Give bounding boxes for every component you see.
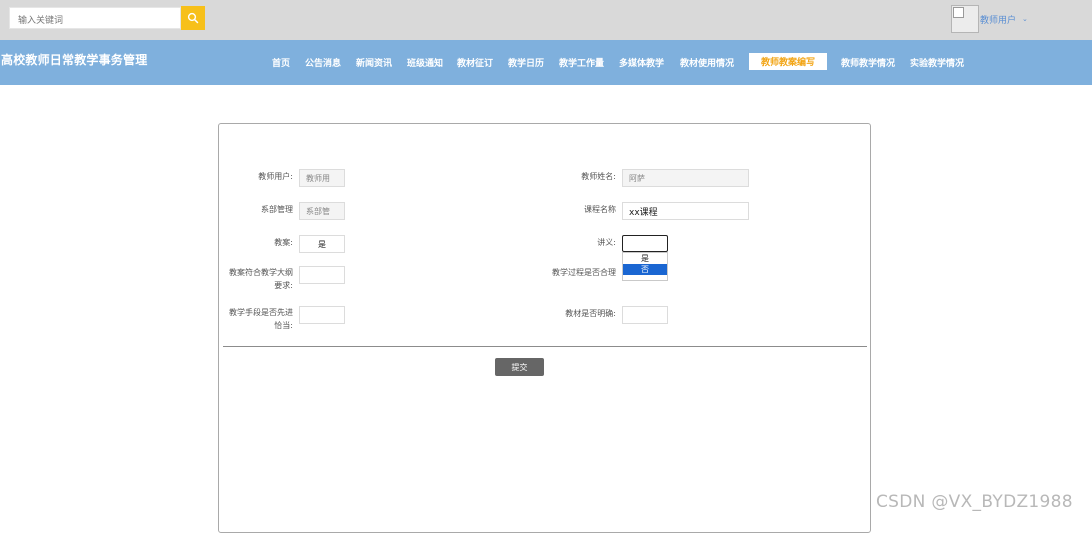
nav-item-teaching-calendar[interactable]: 教学日历 [508, 56, 544, 69]
search-button[interactable] [181, 6, 205, 30]
handout-option-yes[interactable]: 是 [623, 253, 667, 264]
course-name-label: 课程名称 [584, 205, 616, 214]
watermark: CSDN @VX_BYDZ1988 [876, 492, 1073, 512]
user-menu[interactable]: 教师用户 ⌄ [951, 5, 1028, 33]
search-icon [187, 12, 199, 24]
teacher-user-field[interactable]: 教师用 [299, 169, 345, 187]
nav-item-multimedia[interactable]: 多媒体教学 [619, 56, 664, 69]
method-label-line2: 恰当: [274, 321, 293, 330]
site-title: 高校教师日常教学事务管理 [1, 53, 148, 67]
handout-label: 讲义: [597, 238, 616, 247]
nav-item-class-notice[interactable]: 班级通知 [407, 56, 443, 69]
course-name-field[interactable]: xx课程 [622, 202, 749, 220]
nav-item-textbook-order[interactable]: 教材征订 [457, 56, 493, 69]
main-nav: 高校教师日常教学事务管理 首页 公告消息 新闻资讯 班级通知 教材征订 教学日历… [0, 40, 1092, 85]
top-bar: 教师用户 ⌄ [0, 0, 1092, 40]
nav-item-lesson-plan[interactable]: 教师教案编写 [749, 53, 827, 70]
textbook-field[interactable] [622, 306, 668, 324]
chevron-down-icon[interactable]: ⌄ [1022, 15, 1028, 23]
handout-select[interactable] [622, 235, 668, 252]
form-divider [223, 346, 867, 347]
search-input[interactable] [10, 11, 180, 31]
dropdown-bottom [623, 275, 667, 280]
department-label: 系部管理 [261, 205, 293, 214]
nav-item-news[interactable]: 新闻资讯 [356, 56, 392, 69]
handout-option-no[interactable]: 否 [623, 264, 667, 275]
textbook-label: 教材是否明确: [565, 309, 616, 318]
syllabus-label-line2: 要求: [274, 281, 293, 290]
teacher-name-label: 教师姓名: [581, 172, 616, 181]
teacher-user-label: 教师用户: [258, 172, 293, 181]
nav-item-workload[interactable]: 教学工作量 [559, 56, 604, 69]
submit-button[interactable]: 提交 [495, 358, 544, 376]
method-field[interactable] [299, 306, 345, 324]
nav-item-home[interactable]: 首页 [272, 56, 290, 69]
nav-item-teaching-status[interactable]: 教师教学情况 [841, 56, 895, 69]
syllabus-field[interactable] [299, 266, 345, 284]
process-label: 教学过程是否合理 [552, 268, 616, 277]
nav-item-lab-teaching[interactable]: 实验教学情况 [910, 56, 964, 69]
lesson-plan-form: 教师用户: 教师用 教师姓名: 阿萨 系部管理 系部管 课程名称 xx课程 教案… [218, 123, 871, 533]
method-label: 教学手段是否先进 恰当: [221, 306, 293, 332]
nav-item-announcements[interactable]: 公告消息 [305, 56, 341, 69]
lesson-plan-label: 教案: [274, 238, 293, 247]
syllabus-label-line1: 教案符合教学大纲 [229, 268, 293, 277]
syllabus-label: 教案符合教学大纲 要求: [221, 266, 293, 292]
user-name[interactable]: 教师用户 [980, 13, 1016, 26]
search-box [9, 7, 181, 31]
teacher-name-field[interactable]: 阿萨 [622, 169, 749, 187]
handout-dropdown: 是 否 [622, 252, 668, 281]
department-field[interactable]: 系部管 [299, 202, 345, 220]
method-label-line1: 教学手段是否先进 [229, 308, 293, 317]
avatar[interactable] [951, 5, 979, 33]
lesson-plan-select[interactable]: 是 [299, 235, 345, 253]
nav-item-textbook-usage[interactable]: 教材使用情况 [680, 56, 734, 69]
